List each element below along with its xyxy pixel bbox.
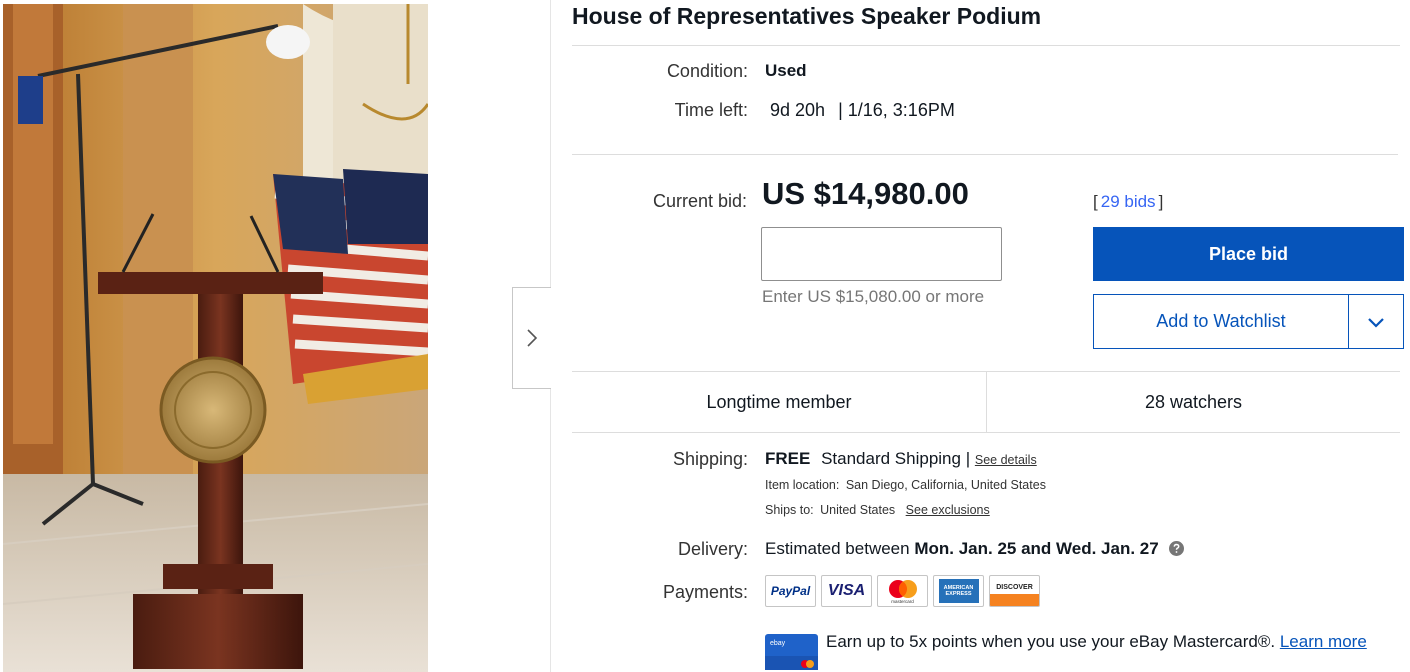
next-image-button[interactable]	[512, 287, 551, 389]
mastercard-logo	[888, 579, 917, 598]
discover-icon: DISCOVER	[989, 575, 1040, 607]
paypal-icon: PayPal	[765, 575, 816, 607]
paypal-text: PayPal	[770, 584, 811, 598]
image-gallery	[0, 0, 551, 672]
divider	[572, 154, 1398, 155]
shipping-row: FREE Standard Shipping | See details	[765, 449, 1037, 469]
delivery-label: Delivery:	[677, 539, 748, 559]
chevron-down-icon	[1368, 317, 1384, 328]
shipping-cost: FREE	[765, 449, 811, 468]
amex-text: AMERICAN EXPRESS	[943, 585, 974, 597]
watchers-count: 28 watchers	[1144, 391, 1243, 412]
promo-message: Earn up to 5x points when you use your e…	[826, 630, 1406, 653]
delivery-prefix: Estimated between	[765, 539, 910, 558]
shipping-method: Standard Shipping	[821, 449, 961, 468]
learn-more-link[interactable]: Learn more	[1280, 632, 1367, 651]
delivery-range: Mon. Jan. 25 and Wed. Jan. 27	[914, 539, 1159, 558]
ships-to: United States	[820, 503, 896, 517]
add-to-watchlist-button[interactable]: Add to Watchlist	[1094, 295, 1349, 348]
bids-count: [29 bids]	[1093, 192, 1163, 212]
see-details-link[interactable]: See details	[975, 453, 1037, 467]
promo-text: Earn up to 5x points when you use your e…	[826, 632, 1276, 651]
time-left-label: Time left:	[674, 100, 748, 120]
bracket-open: [	[1093, 192, 1098, 211]
bracket-close: ]	[1158, 192, 1164, 211]
ebay-mastercard-icon: ebay	[765, 634, 818, 670]
payments-label: Payments:	[662, 582, 748, 602]
condition-label: Condition:	[666, 61, 748, 81]
item-location-row: Item location: San Diego, California, Un…	[765, 478, 1046, 492]
payment-methods: PayPal VISA mastercard AMERICAN EXPRESS …	[765, 575, 1040, 607]
delivery-row: Estimated between Mon. Jan. 25 and Wed. …	[765, 539, 1185, 559]
time-left-row: 9d 20h | 1/16, 3:16PM	[770, 100, 955, 121]
mastercard-text: mastercard	[891, 598, 914, 604]
help-icon[interactable]	[1169, 541, 1185, 556]
separator: |	[965, 449, 971, 468]
divider	[572, 432, 1400, 433]
visa-icon: VISA	[821, 575, 872, 607]
discover-text: DISCOVER	[996, 583, 1033, 591]
watchlist-control: Add to Watchlist	[1093, 294, 1404, 349]
see-exclusions-link[interactable]: See exclusions	[906, 503, 990, 517]
bid-hint: Enter US $15,080.00 or more	[762, 287, 985, 306]
shipping-label: Shipping:	[672, 449, 748, 469]
condition-value: Used	[765, 61, 807, 80]
watchlist-dropdown-button[interactable]	[1349, 295, 1403, 348]
current-bid-label: Current bid:	[652, 191, 747, 211]
time-left-value: 9d 20h	[770, 100, 826, 120]
item-title: House of Representatives Speaker Podium	[572, 3, 1042, 29]
item-location-label: Item location:	[765, 478, 840, 492]
item-location: San Diego, California, United States	[845, 478, 1046, 492]
mastercard-icon: mastercard	[877, 575, 928, 607]
visa-text: VISA	[827, 582, 866, 599]
divider	[572, 45, 1400, 46]
bids-link[interactable]: 29 bids	[1101, 192, 1156, 211]
place-bid-button[interactable]: Place bid	[1093, 227, 1404, 281]
seller-note: Longtime member	[706, 391, 852, 412]
chevron-right-icon	[527, 329, 538, 347]
bid-amount-input[interactable]	[761, 227, 1002, 281]
ships-to-label: Ships to:	[765, 503, 814, 517]
item-photo[interactable]	[3, 4, 428, 672]
auction-end-time: | 1/16, 3:16PM	[838, 100, 955, 120]
card-label: ebay	[770, 640, 786, 647]
current-bid-price: US $14,980.00	[762, 176, 969, 211]
ships-to-row: Ships to: United States See exclusions	[765, 503, 990, 517]
amex-icon: AMERICAN EXPRESS	[933, 575, 984, 607]
